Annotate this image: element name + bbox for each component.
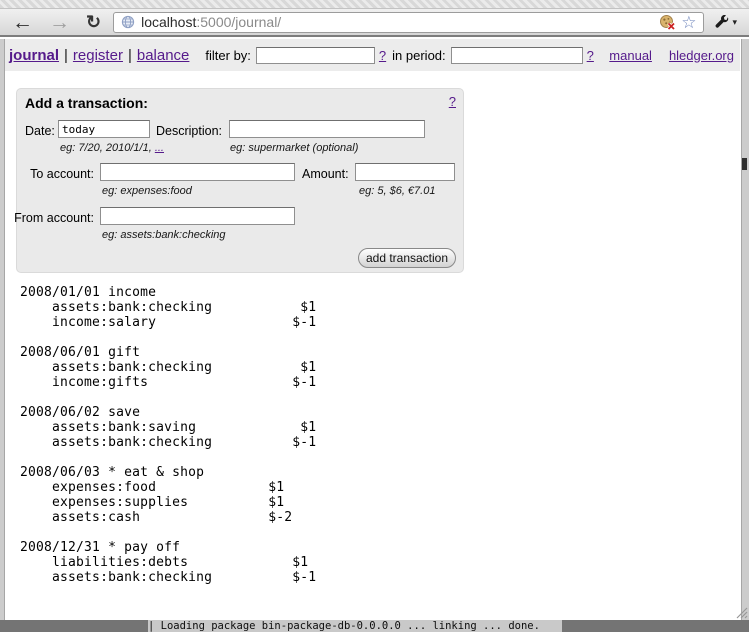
to-account-label: To account: xyxy=(30,167,94,181)
amount-input[interactable] xyxy=(355,163,455,181)
to-account-input[interactable] xyxy=(100,163,295,181)
url-path: :5000/journal/ xyxy=(196,14,281,30)
window-title-stripes xyxy=(0,0,749,9)
amount-hint: eg: 5, $6, €7.01 xyxy=(359,185,435,197)
scrollbar-notch xyxy=(742,158,747,170)
address-bar[interactable]: localhost:5000/journal/ ☆ xyxy=(113,12,704,33)
amount-label: Amount: xyxy=(302,167,349,181)
add-transaction-form: Add a transaction: ? Date: Description: … xyxy=(16,88,464,273)
bookmark-star-icon[interactable]: ☆ xyxy=(681,14,696,31)
background-window-strip: | Loading package bin-package-db-0.0.0.0… xyxy=(0,620,749,632)
nav-separator: | xyxy=(64,47,68,64)
hledger-org-link[interactable]: hledger.org xyxy=(669,48,734,63)
tab-journal[interactable]: journal xyxy=(9,47,59,64)
tab-balance[interactable]: balance xyxy=(137,47,190,64)
page-content: journal | register | balance filter by: … xyxy=(5,39,740,620)
description-input[interactable] xyxy=(229,120,425,138)
nav-separator: | xyxy=(128,47,132,64)
url-text[interactable]: localhost:5000/journal/ xyxy=(141,14,659,30)
window-frame-right xyxy=(741,39,749,620)
from-account-input[interactable] xyxy=(100,207,295,225)
url-host: localhost xyxy=(141,14,196,30)
from-account-label: From account: xyxy=(14,211,94,225)
filter-input[interactable] xyxy=(256,47,375,64)
reload-button[interactable]: ↻ xyxy=(86,13,101,31)
browser-menu-button[interactable]: ▾ xyxy=(714,15,737,30)
to-account-hint: eg: expenses:food xyxy=(102,185,192,197)
in-period-label: in period: xyxy=(392,48,445,63)
window-resize-grip[interactable] xyxy=(734,605,748,619)
date-label: Date: xyxy=(25,124,55,138)
form-help-link[interactable]: ? xyxy=(449,94,456,109)
globe-icon xyxy=(121,15,135,29)
cookie-blocked-icon[interactable] xyxy=(659,14,676,30)
journal-listing: 2008/01/01 income assets:bank:checking $… xyxy=(20,285,316,585)
description-label: Description: xyxy=(156,124,222,138)
date-hint: eg: 7/20, 2010/1/1, ... xyxy=(60,142,164,154)
browser-toolbar: ← → ↻ localhost:5000/journal/ xyxy=(0,9,749,37)
filter-help-link[interactable]: ? xyxy=(379,48,386,63)
add-transaction-button[interactable]: add transaction xyxy=(358,248,456,268)
manual-link[interactable]: manual xyxy=(609,48,652,63)
tab-register[interactable]: register xyxy=(73,47,123,64)
back-button[interactable]: ← xyxy=(12,12,33,33)
forward-button[interactable]: → xyxy=(49,12,70,33)
period-help-link[interactable]: ? xyxy=(587,48,594,63)
period-input[interactable] xyxy=(451,47,583,64)
navbar: journal | register | balance filter by: … xyxy=(5,39,740,71)
terminal-output-text: | Loading package bin-package-db-0.0.0.0… xyxy=(148,620,562,632)
from-account-hint: eg: assets:bank:checking xyxy=(102,229,226,241)
terminal-window-edge: | Loading package bin-package-db-0.0.0.0… xyxy=(148,620,562,632)
chevron-down-icon: ▾ xyxy=(732,17,737,28)
date-input[interactable] xyxy=(58,120,150,138)
filter-by-label: filter by: xyxy=(205,48,251,63)
description-hint: eg: supermarket (optional) xyxy=(230,142,358,154)
date-hint-text: eg: 7/20, 2010/1/1, xyxy=(60,142,155,154)
date-hint-more-link[interactable]: ... xyxy=(155,142,164,154)
wrench-icon xyxy=(714,15,729,30)
form-title: Add a transaction: xyxy=(25,95,148,111)
